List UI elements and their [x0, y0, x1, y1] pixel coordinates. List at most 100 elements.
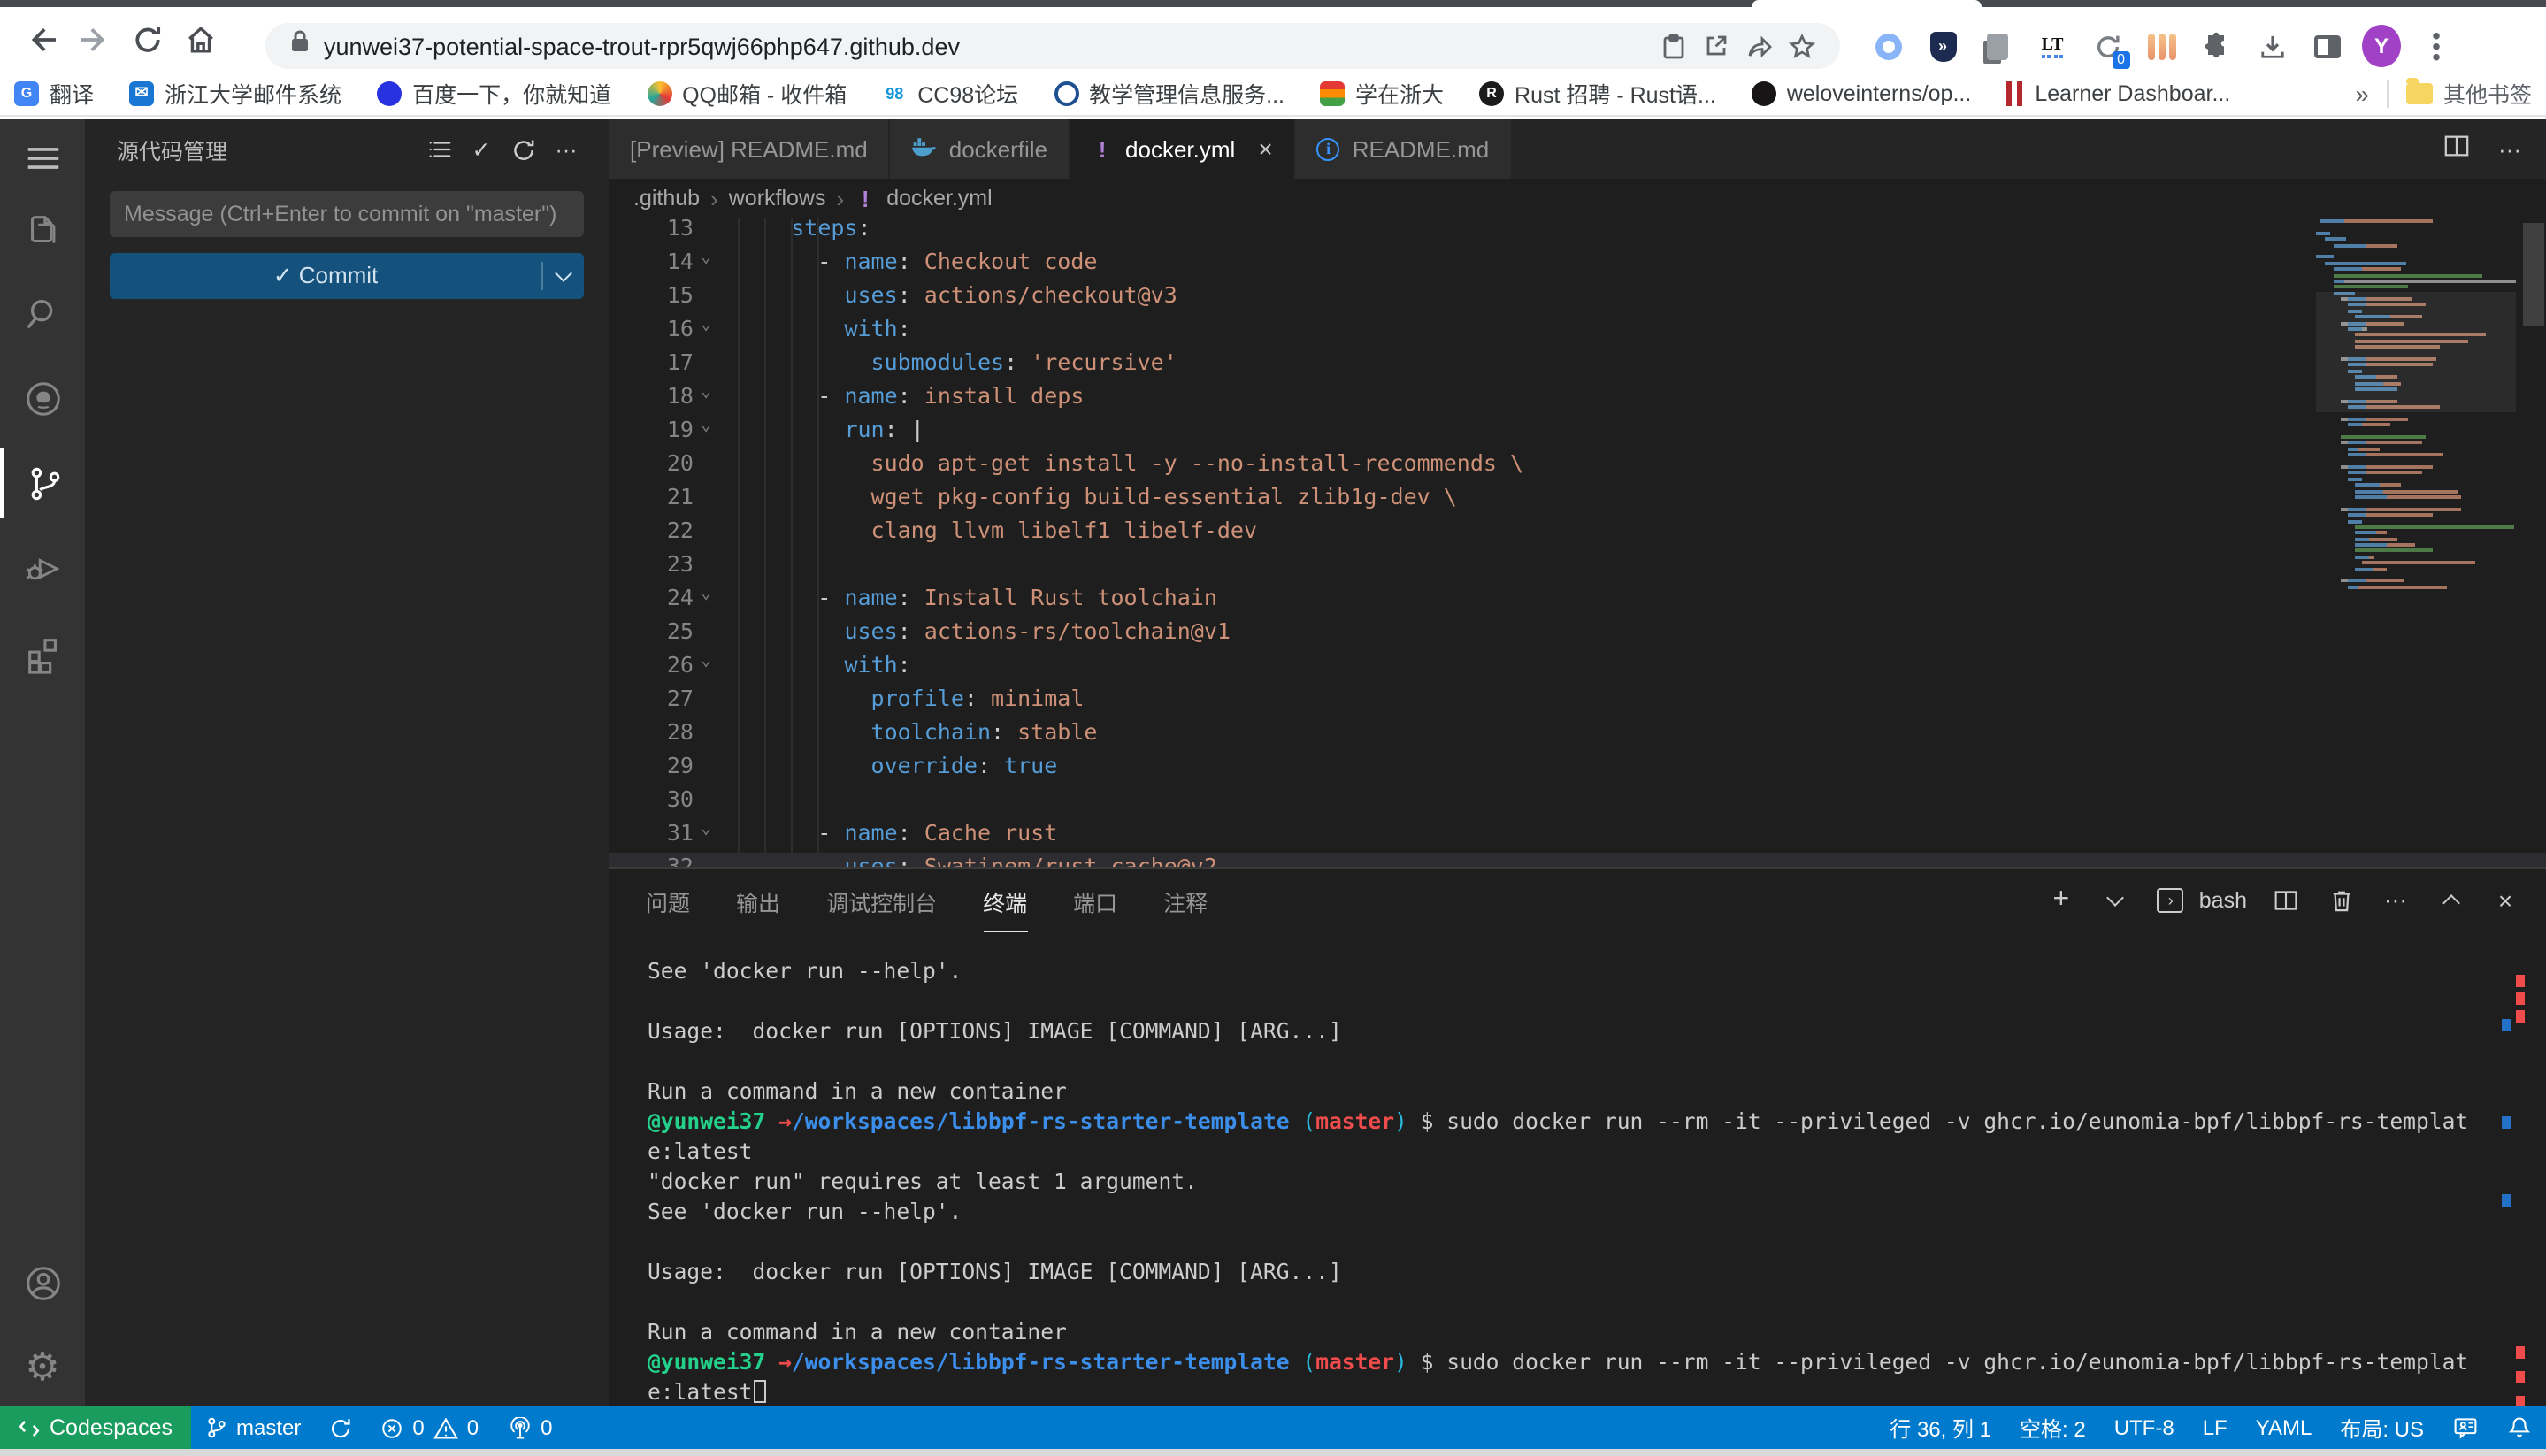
home-button[interactable]	[173, 12, 226, 65]
browser-toolbar: yunwei37-potential-space-trout-rpr5qwj66…	[0, 7, 2546, 71]
ext-languagetool-icon[interactable]: LT	[2033, 27, 2072, 65]
feedback-icon[interactable]	[2438, 1406, 2493, 1449]
fold-chevron-icon[interactable]: ⌄	[701, 416, 711, 435]
coursera-favicon	[2006, 80, 2024, 105]
ext-bullets-icon[interactable]	[2143, 27, 2182, 65]
github-icon[interactable]	[0, 363, 85, 433]
reload-button[interactable]	[120, 12, 173, 65]
downloads-icon[interactable]	[2252, 27, 2291, 65]
minimap-line	[2316, 519, 2516, 523]
profile-avatar[interactable]: Y	[2362, 27, 2401, 65]
commit-check-icon[interactable]: ✓	[460, 136, 502, 163]
code-editor[interactable]: 13 steps:14⌄ - name: Checkout code15 use…	[609, 218, 2546, 867]
close-tab-icon[interactable]: ×	[1258, 134, 1272, 163]
share-icon[interactable]	[1737, 25, 1780, 67]
fold-chevron-icon[interactable]: ⌄	[701, 819, 711, 839]
ext-puzzle-icon[interactable]	[2197, 27, 2236, 65]
bookmark-item[interactable]: 98CC98论坛	[882, 76, 1018, 110]
sidebar-header: 源代码管理 ✓ ···	[85, 119, 609, 180]
fold-chevron-icon[interactable]: ⌄	[701, 248, 711, 267]
fold-chevron-icon[interactable]: ⌄	[701, 584, 711, 603]
code-line: 14⌄ - name: Checkout code	[609, 248, 2546, 281]
breadcrumb[interactable]: .github› workflows› ! docker.yml	[609, 179, 2546, 218]
remote-indicator[interactable]: Codespaces	[0, 1406, 190, 1449]
minimap-line	[2316, 579, 2516, 583]
side-panel-icon[interactable]	[2307, 27, 2346, 65]
extensions-icon[interactable]	[0, 617, 85, 688]
yaml-icon: !	[1092, 135, 1113, 162]
tab-dockerfile[interactable]: dockerfile	[891, 119, 1070, 179]
bookmark-item[interactable]: 百度一下，你就知道	[377, 76, 611, 110]
bookmark-item[interactable]: RRust 招聘 - Rust语...	[1479, 76, 1716, 110]
fold-chevron-icon[interactable]: ⌄	[701, 382, 711, 402]
run-debug-icon[interactable]	[0, 533, 85, 603]
editor-more-icon[interactable]: ···	[2498, 135, 2521, 162]
refresh-icon[interactable]	[502, 137, 545, 162]
terminal-line: See 'docker run --help'.	[648, 1199, 2514, 1230]
bookmark-item[interactable]: QQ邮箱 - 收件箱	[647, 76, 847, 110]
fold-chevron-icon[interactable]: ⌄	[701, 315, 711, 334]
ext-ring-icon[interactable]	[1868, 27, 1907, 65]
minimap-line	[2316, 586, 2516, 589]
ports-indicator[interactable]: 0	[493, 1406, 566, 1449]
indentation[interactable]: 空格: 2	[2005, 1406, 2100, 1449]
tab-readme[interactable]: i README.md	[1296, 119, 1513, 179]
minimap-line	[2316, 453, 2516, 456]
minimap-line	[2316, 280, 2516, 283]
minimap-line	[2316, 562, 2516, 565]
language-mode[interactable]: YAML	[2242, 1406, 2327, 1449]
minimap-line	[2316, 549, 2516, 553]
branch-indicator[interactable]: master	[190, 1406, 315, 1449]
explorer-icon[interactable]	[0, 195, 85, 265]
view-as-list-icon[interactable]	[418, 136, 460, 163]
minimap-line	[2316, 243, 2516, 247]
code-line: 21 wget pkg-config build-essential zlib1…	[609, 483, 2546, 517]
minimap-line	[2316, 532, 2516, 535]
ext-shield-icon[interactable]: »	[1923, 27, 1962, 65]
folder-icon	[2406, 82, 2433, 103]
bookmark-item[interactable]: 教学管理信息服务...	[1054, 76, 1285, 110]
address-bar[interactable]: yunwei37-potential-space-trout-rpr5qwj66…	[265, 23, 1840, 69]
settings-gear-icon[interactable]: ⚙	[0, 1332, 85, 1403]
notifications-bell-icon[interactable]	[2493, 1406, 2546, 1449]
bookmark-item[interactable]: G翻译	[14, 76, 94, 110]
commit-button[interactable]: ✓ Commit	[110, 253, 584, 299]
commit-dropdown[interactable]	[541, 262, 584, 290]
terminal-output[interactable]: See 'docker run --help'.Usage: docker ru…	[648, 869, 2514, 1408]
tab-preview-readme[interactable]: [Preview] README.md	[609, 119, 891, 179]
editor-scrollbar[interactable]	[2523, 223, 2544, 326]
back-button[interactable]	[14, 12, 67, 65]
bookmark-star-icon[interactable]	[1780, 25, 1822, 67]
forward-button[interactable]	[67, 12, 120, 65]
ext-refresh-icon[interactable]: 0	[2088, 27, 2127, 65]
bookmark-item[interactable]: weloveinterns/op...	[1752, 80, 1971, 105]
source-control-icon[interactable]	[0, 448, 85, 518]
tab-docker-yml[interactable]: ! docker.yml ×	[1070, 119, 1296, 179]
encoding[interactable]: UTF-8	[2100, 1406, 2189, 1449]
sync-indicator[interactable]	[315, 1406, 366, 1449]
eol-sequence[interactable]: LF	[2189, 1406, 2242, 1449]
clipboard-icon[interactable]	[1653, 25, 1695, 67]
ext-pages-icon[interactable]	[1978, 27, 2017, 65]
split-editor-icon[interactable]	[2443, 133, 2470, 165]
browser-menu-icon[interactable]: •••	[2417, 27, 2456, 65]
line-number: 32	[609, 853, 694, 867]
search-icon[interactable]	[0, 278, 85, 349]
problems-indicator[interactable]: 0 0	[366, 1406, 493, 1449]
overview-mark	[2516, 1346, 2525, 1359]
cursor-position[interactable]: 行 36, 列 1	[1875, 1406, 2005, 1449]
fold-chevron-icon[interactable]: ⌄	[701, 651, 711, 671]
terminal-cursor	[754, 1380, 766, 1403]
bookmark-item[interactable]: Learner Dashboar...	[2006, 80, 2230, 105]
bookmark-item[interactable]: 学在浙大	[1320, 76, 1444, 110]
commit-message-input[interactable]: Message (Ctrl+Enter to commit on "master…	[110, 191, 584, 237]
bookmark-item[interactable]: ✉浙江大学邮件系统	[129, 76, 341, 110]
more-actions-icon[interactable]: ···	[545, 137, 587, 162]
menu-icon[interactable]	[0, 122, 85, 193]
other-bookmarks[interactable]: 其他书签	[2406, 76, 2532, 110]
minimap-slider[interactable]	[2316, 292, 2516, 412]
bookmarks-overflow-chevron[interactable]: »	[2355, 79, 2369, 107]
keyboard-layout[interactable]: 布局: US	[2326, 1406, 2438, 1449]
account-icon[interactable]	[0, 1247, 85, 1318]
open-in-new-icon[interactable]	[1695, 25, 1737, 67]
